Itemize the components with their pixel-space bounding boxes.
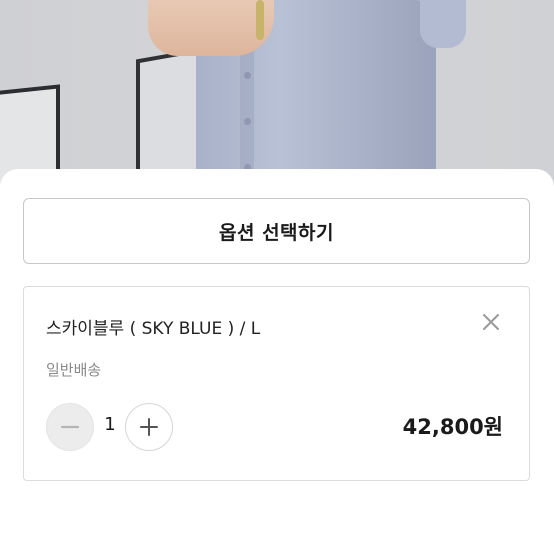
quantity-decrease-button[interactable]: [46, 403, 94, 451]
shipping-method: 일반배송: [46, 361, 102, 379]
option-price: 42,800원: [402, 415, 503, 439]
bracelet: [256, 0, 264, 40]
dress-button: [244, 118, 251, 125]
plus-icon: [140, 418, 158, 436]
quantity-value: 1: [104, 414, 116, 435]
minus-icon: [60, 425, 80, 429]
quantity-increase-button[interactable]: [125, 403, 173, 451]
select-option-button[interactable]: 옵션 선택하기: [23, 198, 530, 264]
dress-sleeve: [420, 0, 466, 48]
select-option-label: 옵션 선택하기: [219, 221, 334, 244]
selected-option-card: 스카이블루 ( SKY BLUE ) / L 일반배송 1 42,800원: [23, 286, 530, 481]
option-bottom-sheet: 옵션 선택하기 스카이블루 ( SKY BLUE ) / L 일반배송 1 42…: [0, 169, 554, 554]
option-name: 스카이블루 ( SKY BLUE ) / L: [46, 319, 261, 339]
dress-button: [244, 72, 251, 79]
close-icon[interactable]: [480, 311, 502, 333]
